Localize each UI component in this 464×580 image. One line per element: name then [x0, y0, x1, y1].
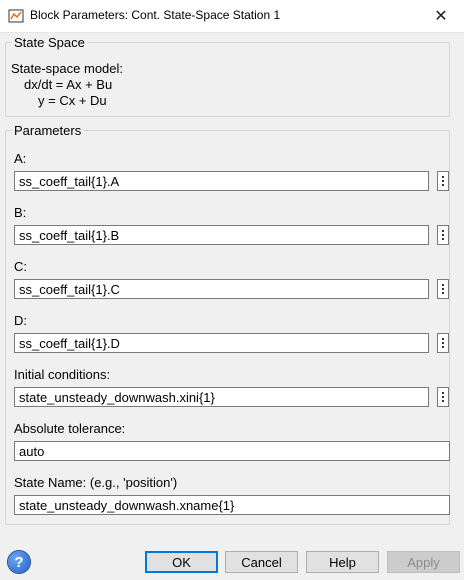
title-bar: Block Parameters: Cont. State-Space Stat… [0, 0, 464, 33]
initial-conditions-input[interactable]: state_unsteady_downwash.xini{1} [14, 387, 429, 407]
window-title: Block Parameters: Cont. State-Space Stat… [30, 8, 281, 22]
initial-conditions-label: Initial conditions: [14, 367, 111, 382]
param-b-input[interactable]: ss_coeff_tail{1}.B [14, 225, 429, 245]
parameters-legend: Parameters [12, 123, 84, 138]
param-d-label: D: [14, 313, 27, 328]
state-name-input[interactable]: state_unsteady_downwash.xname{1} [14, 495, 450, 515]
simulink-icon [8, 9, 24, 23]
param-d-menu-button[interactable] [437, 333, 449, 353]
param-b-menu-button[interactable] [437, 225, 449, 245]
param-a-menu-button[interactable] [437, 171, 449, 191]
ok-button[interactable]: OK [145, 551, 218, 573]
close-button[interactable]: ✕ [418, 0, 464, 32]
output-equation: y = Cx + Du [38, 93, 107, 108]
help-question-icon[interactable]: ? [8, 551, 30, 573]
param-c-menu-button[interactable] [437, 279, 449, 299]
param-c-input[interactable]: ss_coeff_tail{1}.C [14, 279, 429, 299]
initial-conditions-menu-button[interactable] [437, 387, 449, 407]
model-description: State-space model: [11, 61, 124, 76]
param-a-label: A: [14, 151, 27, 166]
state-space-legend: State Space [12, 35, 87, 50]
param-c-label: C: [14, 259, 27, 274]
help-button[interactable]: Help [306, 551, 379, 573]
absolute-tolerance-input[interactable]: auto [14, 441, 450, 461]
apply-button[interactable]: Apply [387, 551, 460, 573]
state-equation: dx/dt = Ax + Bu [24, 77, 113, 92]
param-d-input[interactable]: ss_coeff_tail{1}.D [14, 333, 429, 353]
state-name-label: State Name: (e.g., 'position') [14, 475, 178, 490]
param-a-input[interactable]: ss_coeff_tail{1}.A [14, 171, 429, 191]
cancel-button[interactable]: Cancel [225, 551, 298, 573]
absolute-tolerance-label: Absolute tolerance: [14, 421, 126, 436]
param-b-label: B: [14, 205, 27, 220]
